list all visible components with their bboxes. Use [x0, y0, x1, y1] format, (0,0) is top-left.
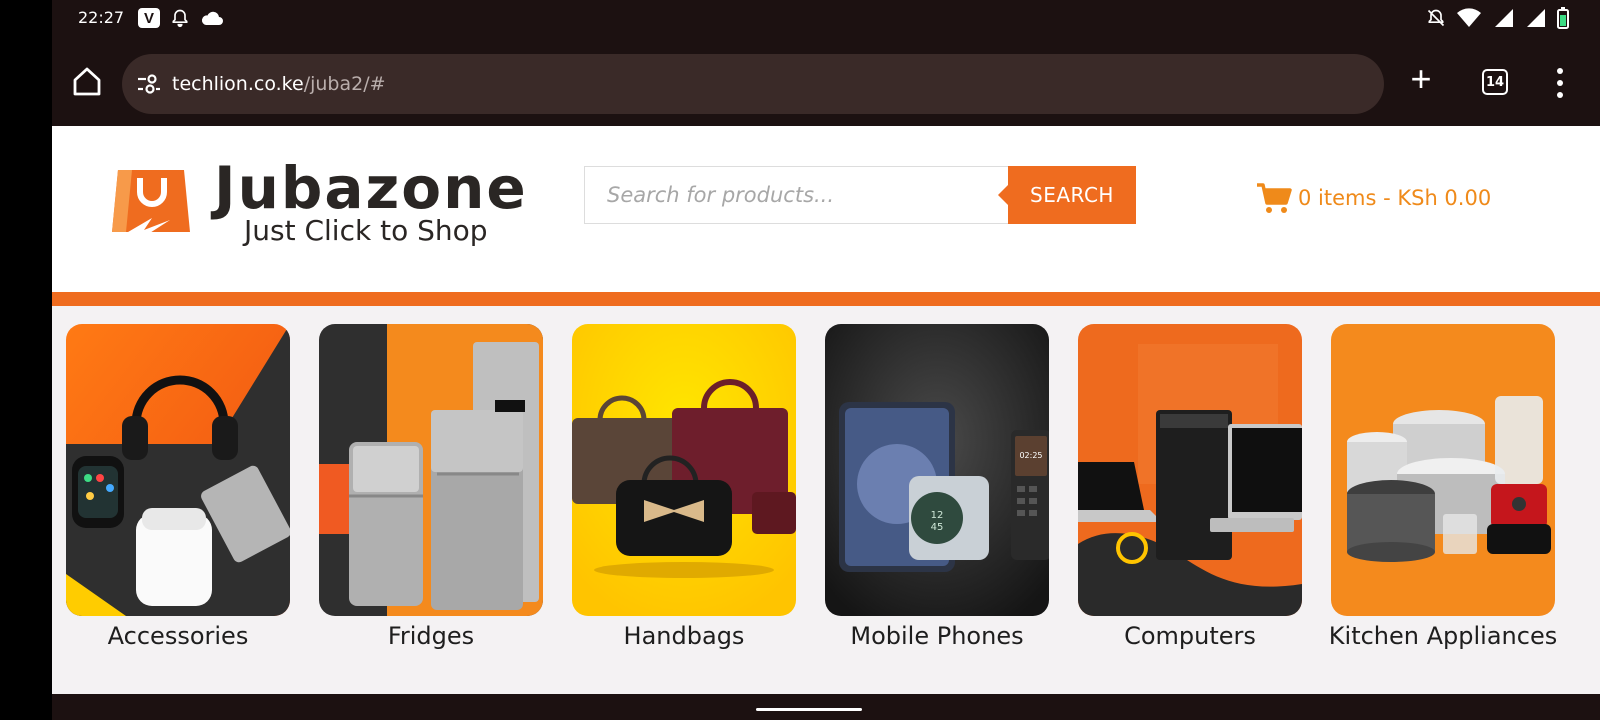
- product-search: SEARCH: [584, 166, 1136, 224]
- svg-text:12: 12: [931, 510, 944, 521]
- shopping-cart-icon: [1257, 183, 1292, 213]
- app-badge-icon: V: [138, 8, 160, 28]
- battery-icon: [1557, 7, 1569, 29]
- svg-text:02:25: 02:25: [1019, 451, 1042, 460]
- browser-toolbar: techlion.co.ke/juba2/# + 14: [52, 36, 1600, 126]
- search-button[interactable]: SEARCH: [998, 166, 1136, 224]
- web-page: Jubazone Just Click to Shop SEARCH 0 ite…: [52, 126, 1600, 694]
- category-label[interactable]: Handbags: [552, 622, 816, 650]
- new-tab-icon[interactable]: +: [1404, 61, 1438, 98]
- category-card-accessories[interactable]: Accessories: [66, 324, 290, 664]
- site-settings-icon[interactable]: [136, 71, 162, 97]
- device-bezel: [0, 0, 52, 720]
- signal-icon: [1495, 9, 1513, 27]
- category-label[interactable]: Computers: [1058, 622, 1322, 650]
- svg-text:45: 45: [931, 522, 944, 533]
- more-menu-icon[interactable]: [1548, 66, 1572, 100]
- site-header: Jubazone Just Click to Shop SEARCH 0 ite…: [52, 126, 1600, 292]
- url-path: /juba2/#: [303, 73, 386, 95]
- category-label[interactable]: Mobile Phones: [805, 622, 1069, 650]
- header-divider: [52, 292, 1600, 306]
- address-bar[interactable]: techlion.co.ke/juba2/#: [122, 54, 1384, 114]
- navigation-bar: [52, 694, 1600, 720]
- home-icon[interactable]: [70, 64, 104, 98]
- logo-tagline: Just Click to Shop: [244, 214, 488, 247]
- cart-summary[interactable]: 0 items - KSh 0.00: [1256, 182, 1491, 214]
- category-card-handbags[interactable]: Handbags: [572, 324, 796, 664]
- gesture-handle[interactable]: [756, 708, 862, 711]
- handbags-image: [572, 324, 796, 616]
- category-grid: Accessories Fridges Handbags 12 45 02:25…: [66, 324, 1600, 664]
- category-card-mobile-phones[interactable]: 12 45 02:25 Mobile Phones: [825, 324, 1049, 664]
- cart-text: 0 items - KSh 0.00: [1298, 186, 1492, 210]
- category-card-fridges[interactable]: Fridges: [319, 324, 543, 664]
- status-icons-right: [1426, 7, 1570, 29]
- status-icons-left: V: [138, 8, 224, 28]
- logo-name: Jubazone: [214, 154, 528, 222]
- signal-icon-2: [1527, 9, 1545, 27]
- bell-icon: [172, 9, 188, 28]
- category-label[interactable]: Fridges: [299, 622, 563, 650]
- site-logo[interactable]: Jubazone Just Click to Shop: [104, 154, 544, 256]
- computers-image: [1078, 324, 1302, 616]
- search-input[interactable]: [584, 166, 1008, 224]
- fridges-image: [319, 324, 543, 616]
- status-time: 22:27: [78, 8, 125, 27]
- accessories-image: [66, 324, 290, 616]
- category-label[interactable]: Kitchen Appliances: [1311, 622, 1575, 650]
- category-card-computers[interactable]: Computers: [1078, 324, 1302, 664]
- mute-icon: [1427, 9, 1445, 27]
- cloud-icon: [201, 11, 223, 25]
- kitchen-appliances-image: [1331, 324, 1555, 616]
- tab-switcher-button[interactable]: 14: [1482, 69, 1508, 95]
- mobile-phones-image: 12 45 02:25: [825, 324, 1049, 616]
- wifi-icon: [1457, 8, 1481, 27]
- shopping-bag-logo-icon: [104, 170, 190, 256]
- device-screen: 22:27 V techlion.co.ke/juba2/# + 14 Juba…: [52, 0, 1600, 720]
- url-host: techlion.co.ke: [172, 73, 304, 95]
- status-bar: 22:27 V: [52, 0, 1600, 36]
- category-label[interactable]: Accessories: [52, 622, 310, 650]
- category-card-kitchen-appliances[interactable]: Kitchen Appliances: [1329, 324, 1557, 664]
